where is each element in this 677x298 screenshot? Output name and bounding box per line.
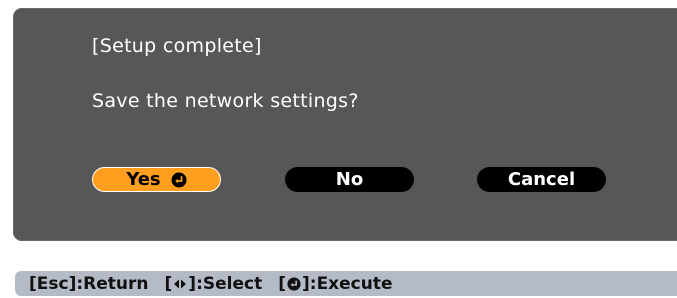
hint-select: [ ] :Select [165,274,263,294]
enter-icon [171,172,187,187]
cancel-button[interactable]: Cancel [477,167,606,192]
select-bracket-close: ] [188,273,197,294]
key-hint-bar: [Esc] :Return [ ] :Select [ ] :Execute [15,271,677,296]
select-bracket-open: [ [164,273,173,294]
execute-bracket-open: [ [278,273,286,294]
dialog-title: [Setup complete] [92,35,262,57]
hint-execute: [ ] :Execute [278,274,392,294]
left-right-arrows-icon [174,279,187,288]
enter-icon [287,276,301,291]
hint-return: [Esc] :Return [29,274,149,294]
yes-button-label: Yes [126,169,161,190]
esc-key-label: [Esc] [29,273,77,294]
return-action-label: :Return [76,273,149,294]
yes-button[interactable]: Yes [92,167,221,192]
no-button-label: No [335,169,364,190]
setup-dialog: [Setup complete] Save the network settin… [13,8,677,241]
dialog-message: Save the network settings? [92,90,359,112]
cancel-button-label: Cancel [507,169,576,190]
execute-action-label: :Execute [309,273,393,294]
select-action-label: :Select [196,273,263,294]
execute-bracket-close: ] [301,273,310,294]
no-button[interactable]: No [285,167,414,192]
